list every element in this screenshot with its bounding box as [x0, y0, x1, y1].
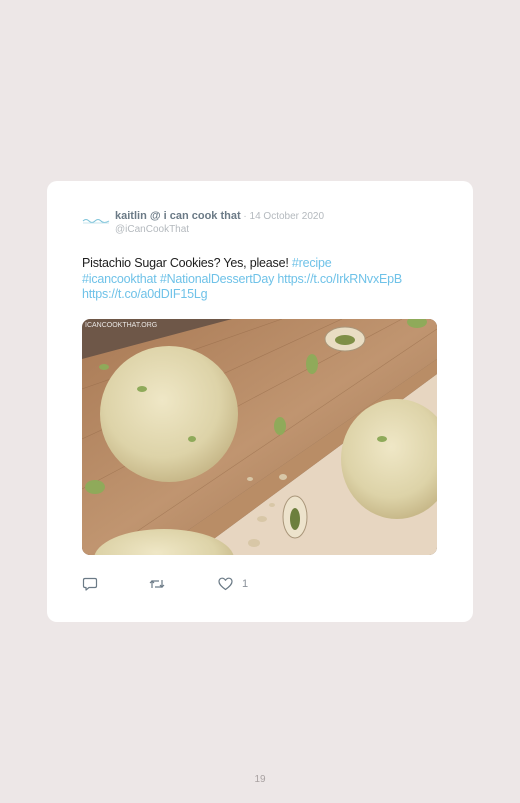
retweet-button[interactable] — [148, 576, 166, 592]
photo-watermark: ICANCOOKTHAT.ORG — [85, 322, 157, 329]
hashtag-recipe[interactable]: #recipe — [292, 256, 332, 270]
page-number: 19 — [254, 774, 266, 785]
reply-button[interactable] — [82, 576, 98, 592]
cookie-photo-illustration: ICANCOOKTHAT.ORG — [82, 319, 437, 555]
tweet-photo[interactable]: ICANCOOKTHAT.ORG — [82, 319, 437, 555]
tweet-card: kaitlin @ i can cook that · 14 October 2… — [47, 181, 473, 622]
retweet-icon — [149, 580, 165, 588]
tweet-link-1[interactable]: https://t.co/IrkRNvxEpB — [277, 272, 402, 286]
tweet-header: kaitlin @ i can cook that · 14 October 2… — [115, 210, 324, 222]
tweet-actions: 1 — [82, 576, 382, 592]
heart-icon — [218, 577, 233, 591]
tweet-date[interactable]: 14 October 2020 — [250, 211, 325, 222]
meta-separator: · — [240, 211, 250, 222]
tweet-text: Pistachio Sugar Cookies? Yes, please! #r… — [82, 256, 444, 303]
user-handle[interactable]: @iCanCookThat — [115, 224, 189, 235]
like-button[interactable]: 1 — [218, 576, 248, 592]
cookie-left — [100, 346, 238, 482]
like-count: 1 — [242, 578, 249, 590]
tweet-text-plain: Pistachio Sugar Cookies? Yes, please! — [82, 256, 292, 270]
tweet-link-2[interactable]: https://t.co/a0dDIF15Lg — [82, 287, 208, 301]
hashtag-icancookthat[interactable]: #icancookthat — [82, 272, 157, 286]
avatar[interactable] — [82, 214, 110, 224]
display-name[interactable]: kaitlin @ i can cook that — [115, 210, 241, 222]
speech-bubble-icon — [82, 577, 98, 591]
hashtag-national-dessert-day[interactable]: #NationalDessertDay — [160, 272, 275, 286]
